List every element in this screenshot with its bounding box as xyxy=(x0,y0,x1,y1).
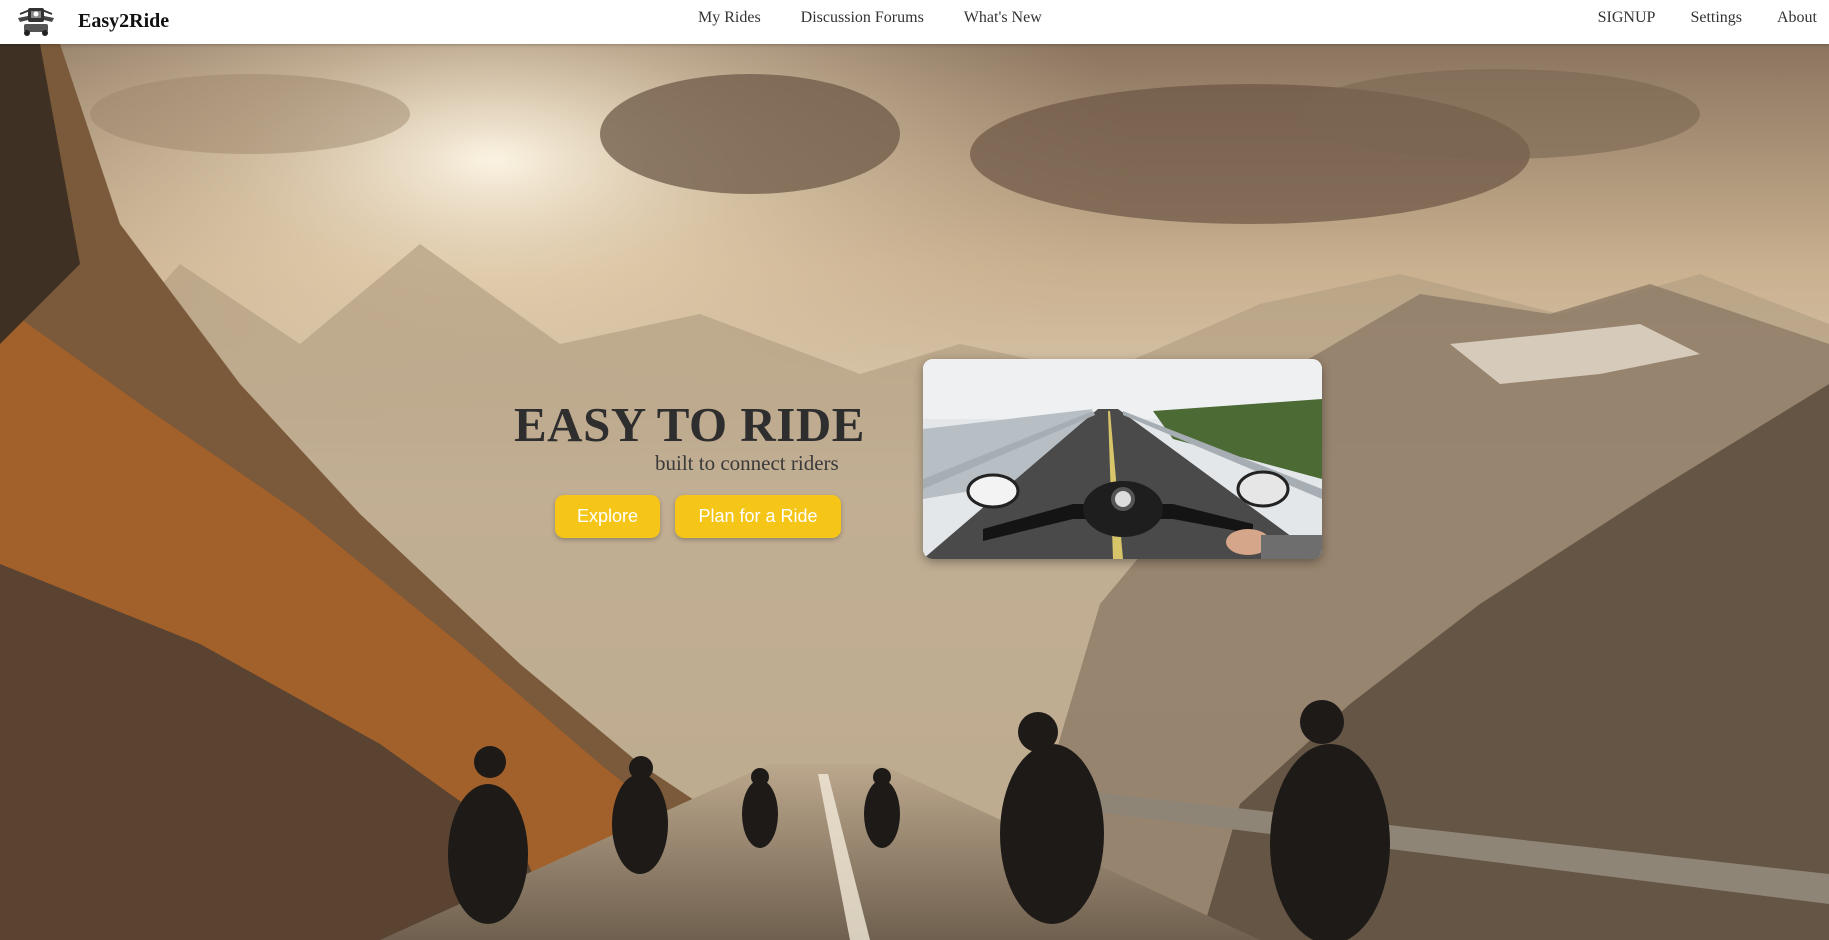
main-nav: My Rides Discussion Forums What's New xyxy=(698,0,1082,36)
hero-subtitle: built to connect riders xyxy=(655,451,839,475)
ride-preview-image xyxy=(923,359,1322,559)
nav-about[interactable]: About xyxy=(1777,9,1817,27)
top-navbar: Easy2Ride My Rides Discussion Forums Wha… xyxy=(0,0,1829,44)
account-nav: SIGNUP Settings About xyxy=(1563,0,1817,36)
nav-settings[interactable]: Settings xyxy=(1690,9,1742,27)
motorcycle-logo-icon xyxy=(18,8,54,36)
hero-section: EASY TO RIDE built to connect riders Exp… xyxy=(0,44,1829,940)
handlebar-view-image xyxy=(923,359,1322,559)
hero-title: EASY TO RIDE xyxy=(514,397,865,452)
nav-signup[interactable]: SIGNUP xyxy=(1598,9,1656,27)
brand-name: Easy2Ride xyxy=(78,10,170,32)
nav-my-rides[interactable]: My Rides xyxy=(698,9,761,27)
nav-discussion-forums[interactable]: Discussion Forums xyxy=(801,9,924,27)
plan-ride-button[interactable]: Plan for a Ride xyxy=(675,495,841,538)
nav-whats-new[interactable]: What's New xyxy=(964,9,1042,27)
hero-background-image xyxy=(0,44,1829,940)
brand-link[interactable]: Easy2Ride xyxy=(16,4,169,38)
explore-button[interactable]: Explore xyxy=(555,495,660,538)
